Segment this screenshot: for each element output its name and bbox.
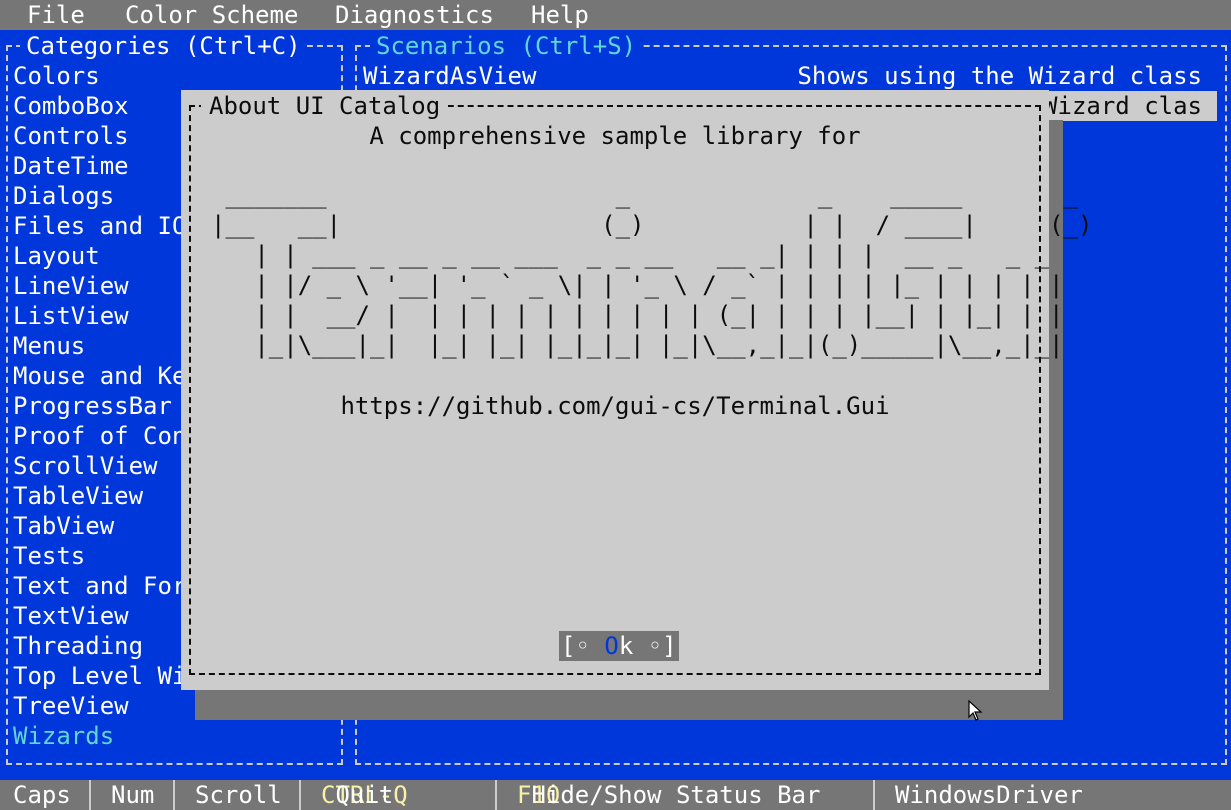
menu-file[interactable]: File (27, 0, 85, 30)
category-item[interactable]: Wizards (13, 721, 114, 751)
category-item[interactable]: Layout (13, 241, 100, 271)
scenario-row-name[interactable]: WizardAsView (363, 61, 536, 91)
terminal-gui-logo: _______ _ _ _____ _ |__ __| (_) | | / __… (211, 180, 1107, 360)
dialog-title: About UI Catalog (201, 91, 449, 121)
menu-diagnostics[interactable]: Diagnostics (335, 0, 494, 30)
category-item[interactable]: Mouse and Ke (13, 361, 186, 391)
status-bar: Caps Num Scroll CTRL-Q Quit F10 Hide/Sho… (0, 780, 1231, 810)
category-item[interactable]: ListView (13, 301, 129, 331)
about-dialog: About UI Catalog A comprehensive sample … (181, 90, 1092, 690)
ascii-line: | | __/ | | | | | | | | | | | (_| | | | … (211, 301, 1078, 329)
status-toggle-statusbar[interactable]: F10 Hide/Show Status Bar (517, 780, 820, 810)
category-item[interactable]: ScrollView (13, 451, 158, 481)
category-item[interactable]: Text and For (13, 571, 186, 601)
quit-label: Quit (335, 781, 394, 809)
ascii-line: | | ___ _ __ _ __ ___ _ _ __ __ _| | | |… (211, 241, 1078, 269)
dialog-url[interactable]: https://github.com/gui-cs/Terminal.Gui (181, 391, 1049, 421)
category-item[interactable]: Tests (13, 541, 85, 571)
categories-title: Categories (Ctrl+C) (20, 31, 307, 61)
ok-bracket-open: [◦ (561, 632, 605, 660)
status-quit[interactable]: CTRL-Q Quit (321, 780, 408, 810)
scenario-row-selected-desc: Wizard clas (1043, 92, 1202, 120)
category-item[interactable]: Files and IO (13, 211, 186, 241)
status-separator (173, 780, 175, 810)
menu-bar: File Color Scheme Diagnostics Help (0, 0, 1231, 30)
ok-label: k (618, 632, 634, 660)
category-item[interactable]: Dialogs (13, 181, 114, 211)
category-item[interactable]: Proof of Con (13, 421, 186, 451)
category-item[interactable]: TreeView (13, 691, 129, 721)
category-item[interactable]: Threading (13, 631, 143, 661)
status-separator (89, 780, 91, 810)
ok-button[interactable]: [◦ Ok ◦] (559, 631, 679, 661)
status-separator (299, 780, 301, 810)
status-separator (873, 780, 875, 810)
ascii-line: |__ __| (_) | | / ____| (_) (211, 211, 1107, 239)
scenarios-title: Scenarios (Ctrl+S) (370, 31, 643, 61)
status-num: Num (111, 781, 155, 809)
ascii-line: |_|\___|_| |_| |_| |_|_|_| |_|\__,_|_|(_… (211, 331, 1078, 359)
dialog-subtitle: A comprehensive sample library for (369, 122, 861, 150)
status-scroll: Scroll (195, 781, 282, 809)
status-separator (495, 780, 497, 810)
category-item[interactable]: ComboBox (13, 91, 129, 121)
category-item[interactable]: Menus (13, 331, 85, 361)
menu-color-scheme[interactable]: Color Scheme (125, 0, 298, 30)
toggle-label: Hide/Show Status Bar (531, 781, 821, 809)
category-item[interactable]: LineView (13, 271, 129, 301)
category-item[interactable]: TabView (13, 511, 114, 541)
ok-bracket-close: ◦] (633, 632, 677, 660)
scenario-row-desc[interactable]: Shows using the Wizard class (797, 61, 1202, 91)
status-driver: WindowsDriver (895, 781, 1083, 809)
category-item[interactable]: Colors (13, 61, 100, 91)
category-item[interactable]: ProgressBar (13, 391, 172, 421)
category-item[interactable]: Controls (13, 121, 129, 151)
status-caps: Caps (13, 781, 71, 809)
category-item[interactable]: TextView (13, 601, 129, 631)
category-item[interactable]: DateTime (13, 151, 129, 181)
menu-help[interactable]: Help (531, 0, 589, 30)
category-item[interactable]: TableView (13, 481, 143, 511)
category-item[interactable]: Top Level Wi (13, 661, 186, 691)
scenario-row-selected[interactable]: Wizard clas (1043, 91, 1217, 121)
mouse-pointer-icon (968, 700, 983, 721)
ascii-line: | |/ _ \ '__| '_ ` _ \| | '_ \ / _` | | … (211, 271, 1078, 299)
ascii-line: _______ _ _ _____ _ (211, 181, 1107, 209)
ok-hotkey: O (604, 632, 619, 660)
